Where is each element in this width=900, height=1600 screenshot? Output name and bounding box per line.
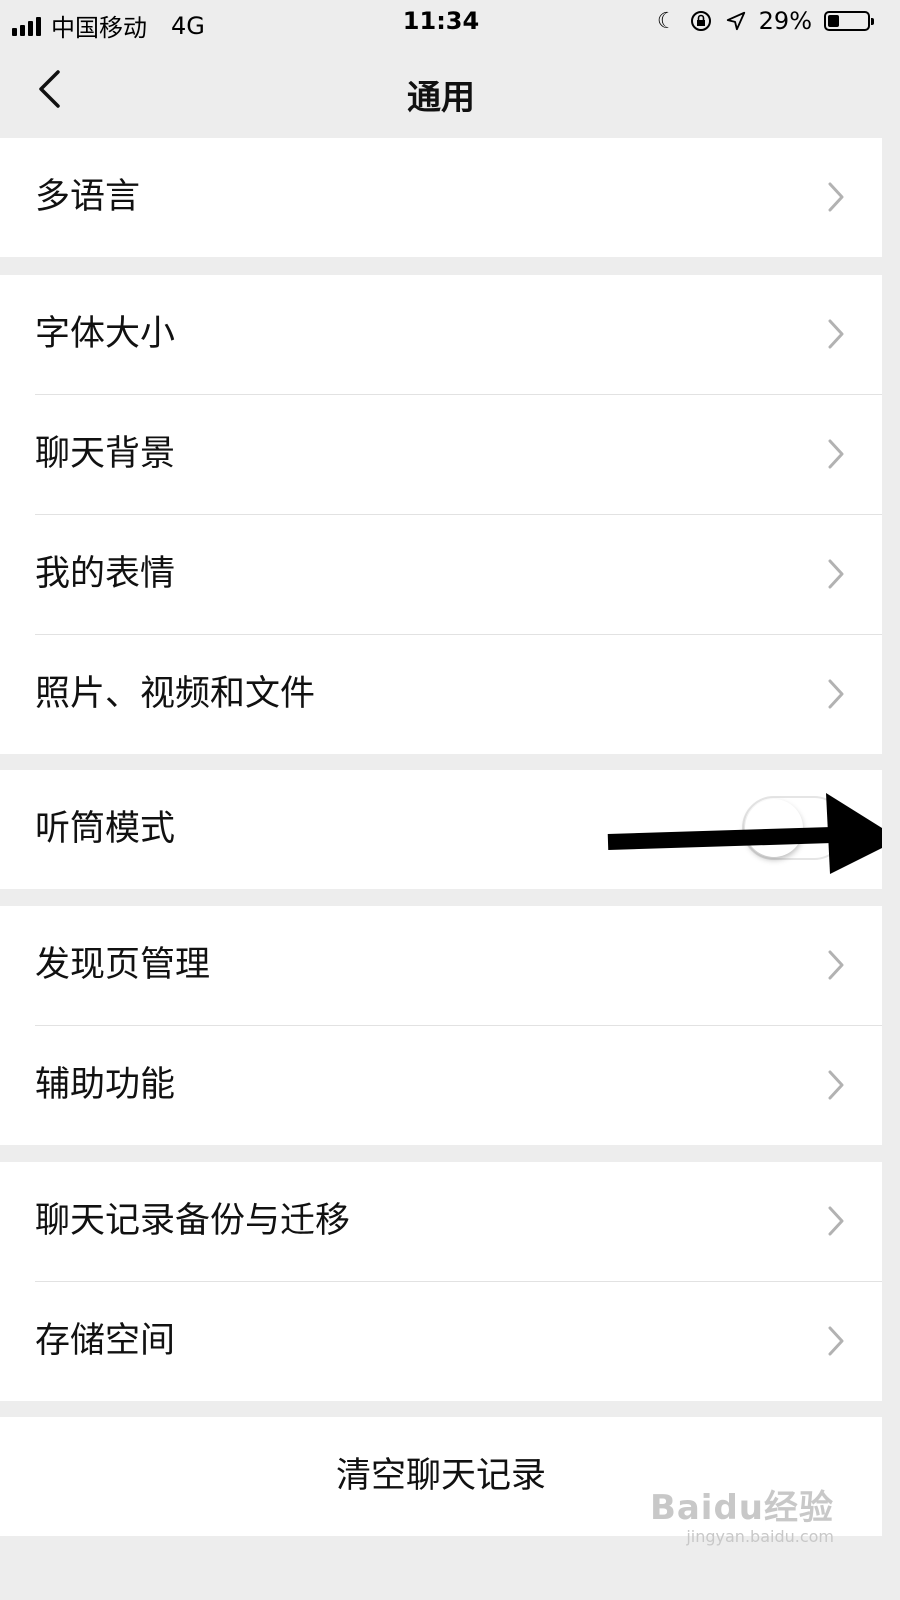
- moon-icon: ☾: [656, 8, 677, 34]
- storage-group: 聊天记录备份与迁移 存储空间: [0, 1162, 882, 1401]
- nav-bar: 通用: [0, 44, 882, 138]
- features-group: 发现页管理 辅助功能: [0, 906, 882, 1145]
- battery-percent: 29%: [758, 7, 812, 35]
- setting-label: 听筒模式: [35, 809, 176, 849]
- page-title: 通用: [407, 78, 475, 118]
- status-bar: 中国移动 4G 11:34 ☾ 29%: [0, 0, 882, 44]
- setting-label: 辅助功能: [35, 1065, 176, 1105]
- watermark-url: jingyan.baidu.com: [686, 1527, 834, 1546]
- setting-row-chat-background[interactable]: 聊天背景: [0, 395, 882, 514]
- chevron-right-icon: [828, 319, 844, 349]
- chevron-right-icon: [828, 559, 844, 589]
- setting-label: 字体大小: [35, 314, 176, 354]
- setting-label: 发现页管理: [35, 945, 211, 985]
- watermark-logo: Baidu经验: [649, 1488, 834, 1528]
- setting-label: 聊天背景: [35, 434, 176, 474]
- annotation-arrow-icon: [607, 793, 882, 874]
- setting-row-my-stickers[interactable]: 我的表情: [0, 515, 882, 634]
- setting-row-accessibility[interactable]: 辅助功能: [0, 1026, 882, 1145]
- watermark: Baidu经验 jingyan.baidu.com: [650, 1480, 834, 1546]
- chevron-right-icon: [828, 439, 844, 469]
- rotation-lock-icon: [690, 11, 711, 31]
- battery-icon: [824, 11, 874, 31]
- setting-label: 存储空间: [35, 1321, 176, 1361]
- language-group: 多语言: [0, 138, 882, 257]
- setting-row-chat-backup[interactable]: 聊天记录备份与迁移: [0, 1162, 882, 1281]
- chevron-right-icon: [828, 950, 844, 980]
- chevron-right-icon: [828, 182, 844, 212]
- chevron-right-icon: [828, 1326, 844, 1356]
- setting-label: 照片、视频和文件: [35, 674, 316, 714]
- location-icon: [726, 11, 745, 31]
- chevron-right-icon: [828, 1070, 844, 1100]
- setting-label: 我的表情: [35, 554, 176, 594]
- setting-label: 聊天记录备份与迁移: [35, 1201, 351, 1241]
- setting-label: 多语言: [35, 177, 141, 217]
- setting-row-photos-videos-files[interactable]: 照片、视频和文件: [0, 635, 882, 754]
- chevron-right-icon: [828, 1206, 844, 1236]
- chevron-right-icon: [828, 679, 844, 709]
- setting-row-language[interactable]: 多语言: [0, 138, 882, 257]
- setting-row-storage[interactable]: 存储空间: [0, 1282, 882, 1401]
- display-group: 字体大小 聊天背景 我的表情 照片、视频和文件: [0, 275, 882, 754]
- setting-row-discover-management[interactable]: 发现页管理: [0, 906, 882, 1025]
- setting-row-font-size[interactable]: 字体大小: [0, 275, 882, 394]
